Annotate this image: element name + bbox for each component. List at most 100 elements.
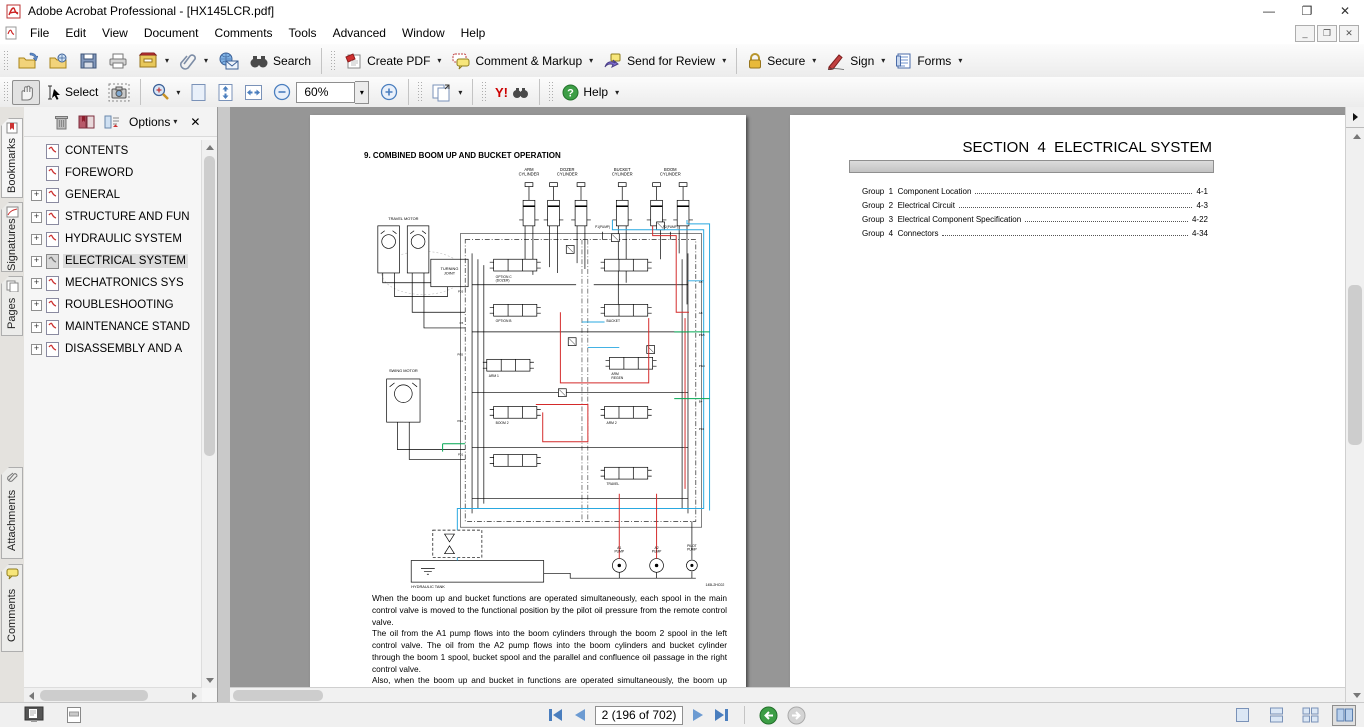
doc-close-button[interactable]: ✕ — [1339, 25, 1359, 42]
save-button[interactable] — [74, 49, 103, 73]
page-number-field[interactable]: 2 (196 of 702) — [595, 706, 683, 725]
fit-width-button[interactable] — [239, 80, 268, 105]
bookmark-item-structure[interactable]: STRUCTURE AND FUN — [24, 206, 202, 228]
tab-attachments[interactable]: Attachments — [1, 467, 23, 559]
sign-button[interactable]: Sign — [821, 49, 890, 73]
scroll-up-icon[interactable] — [1349, 129, 1364, 144]
toolbar-gripper[interactable] — [417, 81, 422, 103]
attach-button[interactable] — [174, 49, 213, 73]
bookmarks-horizontal-scrollbar[interactable] — [24, 687, 202, 703]
previous-view-button[interactable] — [759, 706, 778, 725]
tab-bookmarks[interactable]: Bookmarks — [1, 118, 23, 198]
bookmark-expander-icon[interactable] — [31, 300, 42, 311]
forms-button[interactable]: Forms — [890, 49, 967, 73]
bookmark-expander-icon[interactable] — [31, 190, 42, 201]
bookmark-expander-icon[interactable] — [31, 234, 42, 245]
zoom-tool-button[interactable] — [146, 80, 185, 104]
single-page-layout-button[interactable] — [1230, 705, 1254, 726]
yahoo-search-button[interactable]: Y! — [490, 81, 534, 103]
send-for-review-button[interactable]: Send for Review — [598, 49, 731, 73]
fit-height-button[interactable] — [212, 80, 239, 105]
secure-button[interactable]: Secure — [742, 49, 821, 73]
zoom-level-field[interactable]: 60% — [296, 82, 355, 103]
tab-pages[interactable]: Pages — [1, 276, 23, 336]
delete-bookmark-icon[interactable] — [54, 114, 69, 130]
options-menu[interactable]: Options — [129, 115, 177, 129]
bookmark-item-contents[interactable]: CONTENTS — [24, 140, 202, 162]
doc-restore-button[interactable]: ❐ — [1317, 25, 1337, 42]
print-button[interactable] — [103, 49, 133, 73]
organizer-button[interactable] — [133, 49, 174, 73]
bookmark-item-mechatronics[interactable]: MECHATRONICS SYS — [24, 272, 202, 294]
comment-markup-button[interactable]: Comment & Markup — [446, 49, 598, 73]
fullscreen-view-icon[interactable] — [24, 706, 44, 724]
scrollbar-thumb[interactable] — [1348, 285, 1362, 445]
tab-signatures[interactable]: Signatures — [1, 202, 23, 272]
bookmark-item-foreword[interactable]: FOREWORD — [24, 162, 202, 184]
bookmark-expander-icon[interactable] — [31, 344, 42, 355]
toolbar-gripper[interactable] — [330, 50, 335, 72]
next-page-button[interactable] — [692, 708, 705, 722]
zoom-in-button[interactable] — [375, 80, 403, 104]
facing-continuous-layout-button[interactable] — [1332, 705, 1356, 726]
menu-help[interactable]: Help — [453, 24, 494, 42]
next-view-button[interactable] — [787, 706, 806, 725]
bookmark-expander-icon[interactable] — [31, 322, 42, 333]
page-display-button[interactable] — [426, 80, 467, 105]
panel-close-icon[interactable]: ✕ — [190, 115, 200, 129]
hand-tool-button[interactable] — [12, 80, 40, 105]
open-button[interactable] — [12, 49, 43, 73]
scroll-down-icon[interactable] — [1349, 688, 1364, 703]
previous-page-button[interactable] — [573, 708, 586, 722]
scroll-right-icon[interactable] — [187, 688, 202, 703]
doc-minimize-button[interactable]: _ — [1295, 25, 1315, 42]
menu-tools[interactable]: Tools — [281, 24, 325, 42]
scrollbar-thumb[interactable] — [40, 690, 148, 701]
document-horizontal-scrollbar[interactable] — [230, 687, 1346, 703]
menu-view[interactable]: View — [94, 24, 136, 42]
first-page-button[interactable] — [548, 708, 564, 722]
select-tool-button[interactable]: Select — [40, 81, 103, 104]
toolbar-gripper[interactable] — [481, 81, 486, 103]
create-pdf-button[interactable]: Create PDF — [339, 49, 446, 73]
bookmarks-vertical-scrollbar[interactable] — [201, 140, 217, 688]
scroll-left-icon[interactable] — [24, 688, 39, 703]
menu-edit[interactable]: Edit — [57, 24, 94, 42]
show-howto-pane-button[interactable] — [1346, 107, 1364, 128]
last-page-button[interactable] — [714, 708, 730, 722]
scroll-up-icon[interactable] — [202, 140, 217, 155]
menu-document[interactable]: Document — [136, 24, 207, 42]
toolbar-gripper[interactable] — [3, 81, 8, 103]
document-area[interactable]: 9. COMBINED BOOM UP AND BUCKET OPERATION — [230, 107, 1346, 703]
help-button[interactable]: ? Help — [557, 81, 624, 104]
bookmark-expander-icon[interactable] — [31, 212, 42, 223]
fit-page-button[interactable] — [185, 80, 212, 105]
scrollbar-thumb[interactable] — [204, 156, 215, 456]
zoom-out-button[interactable] — [268, 80, 296, 104]
zoom-level-dropdown[interactable]: ▾ — [355, 81, 369, 104]
bookmark-item-general[interactable]: GENERAL — [24, 184, 202, 206]
toolbar-gripper[interactable] — [548, 81, 553, 103]
search-button[interactable]: Search — [244, 50, 316, 72]
bookmark-item-maintenance[interactable]: MAINTENANCE STAND — [24, 316, 202, 338]
continuous-layout-button[interactable] — [1264, 705, 1288, 726]
menu-advanced[interactable]: Advanced — [325, 24, 394, 42]
collapse-bookmarks-icon[interactable] — [104, 114, 120, 130]
toolbar-gripper[interactable] — [3, 50, 8, 72]
page-view-icon[interactable] — [66, 706, 82, 724]
menu-file[interactable]: File — [22, 24, 57, 42]
facing-layout-button[interactable] — [1298, 705, 1322, 726]
menu-comments[interactable]: Comments — [207, 24, 281, 42]
open-organizer-button[interactable] — [43, 49, 74, 73]
bookmark-item-disassembly[interactable]: DISASSEMBLY AND A — [24, 338, 202, 360]
bookmark-item-troubleshooting[interactable]: ROUBLESHOOTING — [24, 294, 202, 316]
expand-bookmark-icon[interactable] — [78, 114, 95, 130]
bookmark-item-electrical[interactable]: ELECTRICAL SYSTEM — [24, 250, 202, 272]
bookmark-item-hydraulic[interactable]: HYDRAULIC SYSTEM — [24, 228, 202, 250]
tab-comments[interactable]: Comments — [1, 564, 23, 652]
bookmark-expander-icon[interactable] — [31, 256, 42, 267]
close-button[interactable]: ✕ — [1326, 0, 1364, 22]
email-button[interactable] — [213, 49, 244, 73]
menu-window[interactable]: Window — [394, 24, 453, 42]
minimize-button[interactable]: — — [1250, 0, 1288, 22]
